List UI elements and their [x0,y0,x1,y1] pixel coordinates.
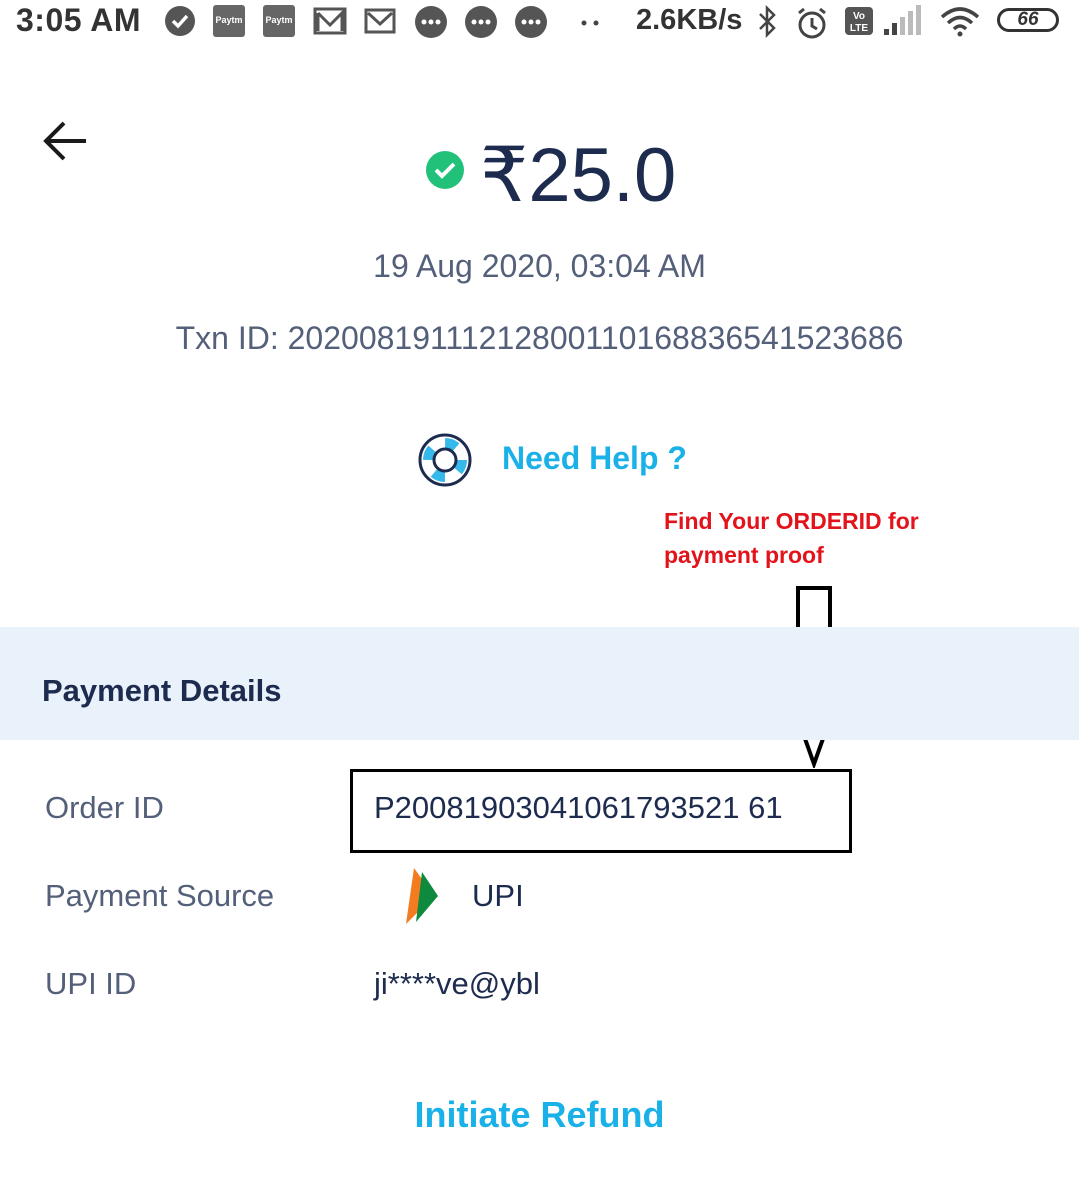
transaction-datetime: 19 Aug 2020, 03:04 AM [373,248,706,284]
initiate-refund-button[interactable]: Initiate Refund [0,1094,1079,1136]
wifi-icon [940,5,980,37]
order-id-label: Order ID [45,790,164,825]
message-icon [463,5,497,38]
check-circle-icon [164,5,196,37]
bluetooth-icon [756,4,788,39]
status-time: 3:05 AM [16,2,142,38]
annotation-line-2: payment proof [664,542,824,568]
success-check-icon [425,150,465,190]
upi-id-label: UPI ID [45,966,137,1001]
svg-text:LTE: LTE [850,23,868,34]
more-dots-icon [576,5,608,37]
transaction-id: Txn ID: 20200819111212800110168836541523… [175,320,904,356]
message-icon [513,5,547,38]
upi-logo-icon [394,864,440,926]
battery-icon: 66 [997,8,1059,32]
section-title: Payment Details [42,673,282,708]
paytm-business-icon: Paytm [263,5,295,37]
status-bar: 3:05 AM Paytm Paytm 2.6KB/s Vo LTE 66 [0,0,1079,44]
network-speed: 2.6KB/s [636,4,743,36]
upi-id-value: ji****ve@ybl [374,966,540,1001]
paytm-business-icon: Paytm [213,5,245,37]
svg-text:Vo: Vo [853,11,865,22]
order-id-value: P20081903041061793521 61 [374,790,783,825]
volte-icon: Vo LTE [844,5,874,37]
alarm-icon [794,5,826,39]
payment-source-value: UPI [472,878,524,913]
lifebuoy-icon[interactable] [417,432,473,488]
transaction-amount: ₹25.0 [480,133,677,218]
message-icon [413,5,447,38]
gmail-icon [313,5,347,37]
back-arrow-icon[interactable] [40,116,92,168]
annotation-line-1: Find Your ORDERID for [664,508,919,534]
signal-icon [882,5,921,37]
gmail-icon [364,5,396,37]
need-help-link[interactable]: Need Help ? [502,440,687,477]
payment-source-label: Payment Source [45,878,275,913]
annotation-text: Find Your ORDERID for payment proof [664,504,919,572]
